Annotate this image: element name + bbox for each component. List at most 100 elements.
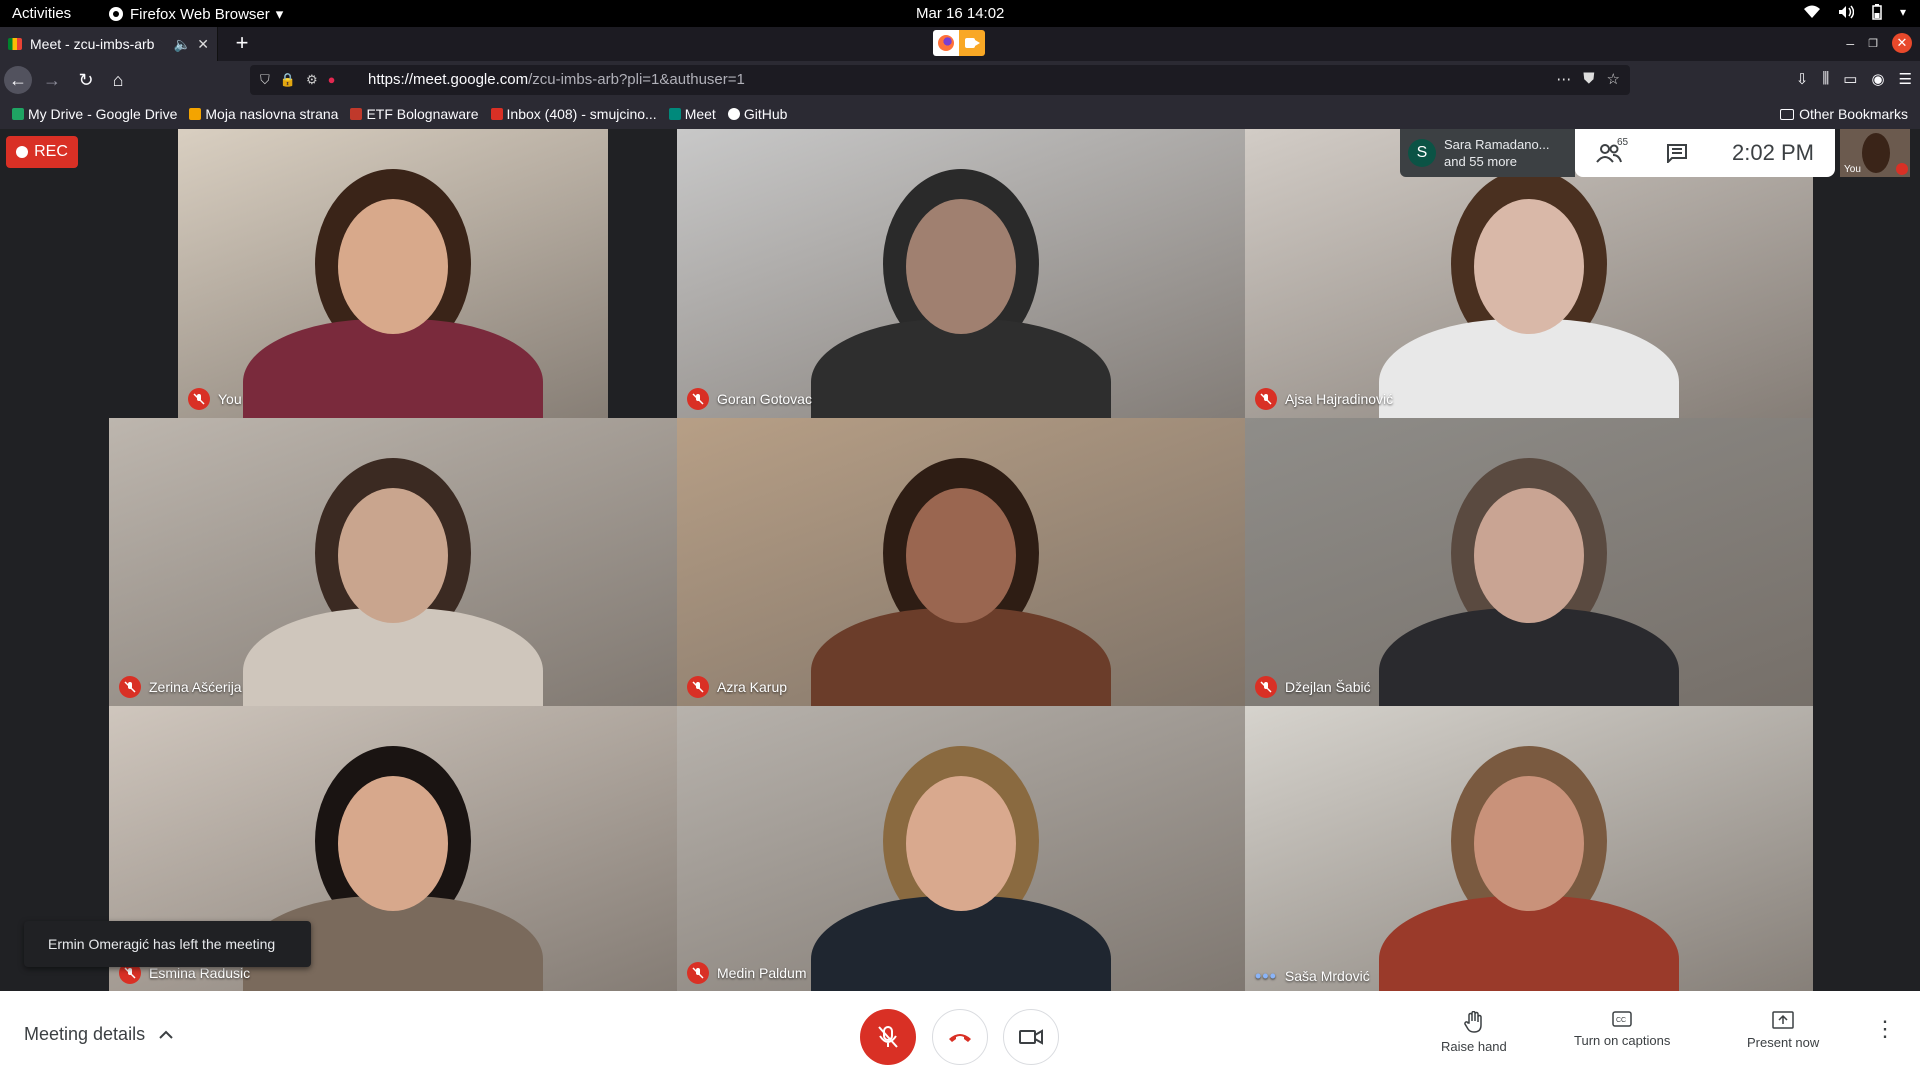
participant-face [338, 776, 448, 911]
camera-sharing-icon [959, 30, 985, 56]
participant-name: Azra Karup [717, 679, 788, 695]
window-controls: – ❐ ✕ [1846, 33, 1912, 53]
participants-chip-more: and 55 more [1444, 154, 1517, 169]
participant-label: You [188, 388, 242, 410]
people-button[interactable]: 65 [1575, 129, 1643, 177]
bookmark-item[interactable]: ETF Bolognaware [350, 106, 479, 122]
participant-tile[interactable]: Zerina Ašćerija [109, 418, 677, 706]
meeting-time: 2:02 PM [1732, 140, 1814, 165]
camera-toggle-button[interactable] [1003, 1009, 1059, 1065]
participant-face [338, 488, 448, 623]
participant-label: ••• Saša Mrdović [1255, 966, 1370, 986]
self-thumb-label: You [1844, 164, 1861, 175]
bookmark-item[interactable]: Meet [668, 106, 716, 122]
github-icon [727, 108, 740, 120]
permissions-icon[interactable]: ⚙ [306, 72, 318, 88]
app-menu[interactable]: Firefox Web Browser ▾ [108, 5, 283, 23]
captions-icon: CC [1612, 1011, 1632, 1027]
chat-button[interactable] [1643, 129, 1711, 177]
mic-off-icon [687, 388, 709, 410]
participant-name: Saša Mrdović [1284, 968, 1370, 984]
sidebar-icon[interactable]: ▭ [1843, 70, 1857, 88]
maximize-icon[interactable]: ❐ [1868, 37, 1878, 50]
participant-tile[interactable]: You [178, 129, 608, 418]
activities-button[interactable]: Activities [12, 5, 71, 22]
minimize-icon[interactable]: – [1846, 35, 1854, 51]
tab-strip: Meet - zcu-imbs-arb 🔈 ✕ + – ❐ ✕ [0, 27, 1920, 61]
captions-button[interactable]: CC Turn on captions [1574, 1011, 1670, 1048]
downloads-icon[interactable]: ⇩ [1796, 70, 1809, 88]
system-tray[interactable]: ▾ [1803, 4, 1906, 20]
lock-icon[interactable]: 🔒 [280, 72, 296, 88]
account-icon[interactable]: ◉ [1871, 70, 1884, 88]
speaking-indicator-icon: ••• [1255, 966, 1277, 986]
participant-tile[interactable]: Goran Gotovac [677, 129, 1245, 418]
sharing-indicator[interactable] [933, 30, 985, 56]
raise-hand-button[interactable]: Raise hand [1441, 1011, 1507, 1054]
tracking-shield-icon[interactable]: ⛉ [260, 72, 270, 88]
bookmark-item[interactable]: Moja naslovna strana [189, 106, 338, 122]
record-dot-icon [16, 146, 29, 158]
mic-off-icon [188, 388, 210, 410]
window-close-icon[interactable]: ✕ [1892, 33, 1912, 53]
pocket-icon[interactable]: ⛊ [1583, 70, 1594, 88]
tab-close-icon[interactable]: ✕ [197, 36, 209, 53]
bookmark-favicon-icon [350, 108, 363, 120]
microphone-toggle-button[interactable] [860, 1009, 916, 1065]
leave-call-button[interactable] [932, 1009, 988, 1065]
url-text[interactable]: https://meet.google.com/zcu-imbs-arb?pli… [368, 71, 745, 88]
participant-name: You [218, 391, 242, 407]
self-view-thumbnail[interactable]: You [1840, 129, 1910, 177]
participant-label: Džejlan Šabić [1255, 676, 1371, 698]
reload-icon[interactable]: ↻ [72, 66, 100, 94]
new-tab-button[interactable]: + [230, 32, 254, 56]
url-bar[interactable]: ⛉ 🔒 ⚙ ● https://meet.google.com/zcu-imbs… [250, 65, 1630, 95]
participant-face [1474, 488, 1584, 623]
forward-arrow-icon[interactable]: → [38, 66, 66, 94]
participant-tile[interactable]: Azra Karup [677, 418, 1245, 706]
back-arrow-icon[interactable]: ← [4, 66, 32, 94]
participant-tile[interactable]: Džejlan Šabić [1245, 418, 1813, 706]
page-actions-icon[interactable]: ⋯ [1556, 70, 1571, 88]
library-icon[interactable]: ⫼ [1822, 70, 1829, 88]
chevron-down-icon: ▾ [275, 6, 284, 23]
participant-tile[interactable]: Medin Paldum [677, 706, 1245, 992]
bookmark-star-icon[interactable]: ☆ [1607, 70, 1620, 88]
mic-off-icon [1255, 388, 1277, 410]
home-icon[interactable]: ⌂ [104, 66, 132, 94]
participants-chip[interactable]: S Sara Ramadano... and 55 more [1400, 129, 1575, 177]
present-now-button[interactable]: Present now [1747, 1011, 1819, 1050]
folder-icon [1780, 108, 1795, 120]
bookmark-item[interactable]: GitHub [727, 106, 787, 122]
tab-title: Meet - zcu-imbs-arb [30, 36, 155, 52]
participant-tile[interactable]: ••• Saša Mrdović [1245, 706, 1813, 992]
clock[interactable]: Mar 16 14:02 [916, 5, 1004, 22]
other-bookmarks[interactable]: Other Bookmarks [1780, 106, 1908, 122]
participant-name: Džejlan Šabić [1285, 679, 1371, 695]
participant-label: Goran Gotovac [687, 388, 812, 410]
top-panel: 65 2:02 PM [1575, 129, 1835, 177]
hamburger-menu-icon[interactable]: ☰ [1899, 70, 1912, 88]
tab-audio-icon[interactable]: 🔈 [174, 36, 191, 53]
bookmark-favicon-icon [668, 108, 681, 120]
camera-icon [1019, 1029, 1043, 1045]
chevron-up-icon [159, 1030, 173, 1039]
svg-text:CC: CC [1616, 1017, 1626, 1024]
participant-face [906, 776, 1016, 911]
mic-off-icon [1896, 163, 1908, 175]
participant-face [906, 488, 1016, 623]
gnome-top-bar: Activities Firefox Web Browser ▾ Mar 16 … [0, 0, 1920, 27]
raise-hand-icon [1464, 1011, 1482, 1033]
more-options-icon[interactable]: ⋮ [1874, 1018, 1896, 1040]
bookmark-item[interactable]: My Drive - Google Drive [12, 106, 177, 122]
meeting-details-button[interactable]: Meeting details [24, 1024, 173, 1045]
camera-permission-icon[interactable]: ● [328, 72, 336, 88]
participant-name: Ajsa Hajradinović [1285, 391, 1394, 407]
power-menu-icon: ▾ [1899, 5, 1906, 19]
firefox-sharing-icon [933, 30, 959, 56]
hang-up-icon [949, 1034, 971, 1042]
bookmark-item[interactable]: Inbox (408) - smujcino... [490, 106, 657, 122]
tab-meet[interactable]: Meet - zcu-imbs-arb 🔈 ✕ [0, 27, 218, 61]
bookmark-favicon-icon [189, 108, 202, 120]
wifi-icon [1803, 5, 1820, 18]
